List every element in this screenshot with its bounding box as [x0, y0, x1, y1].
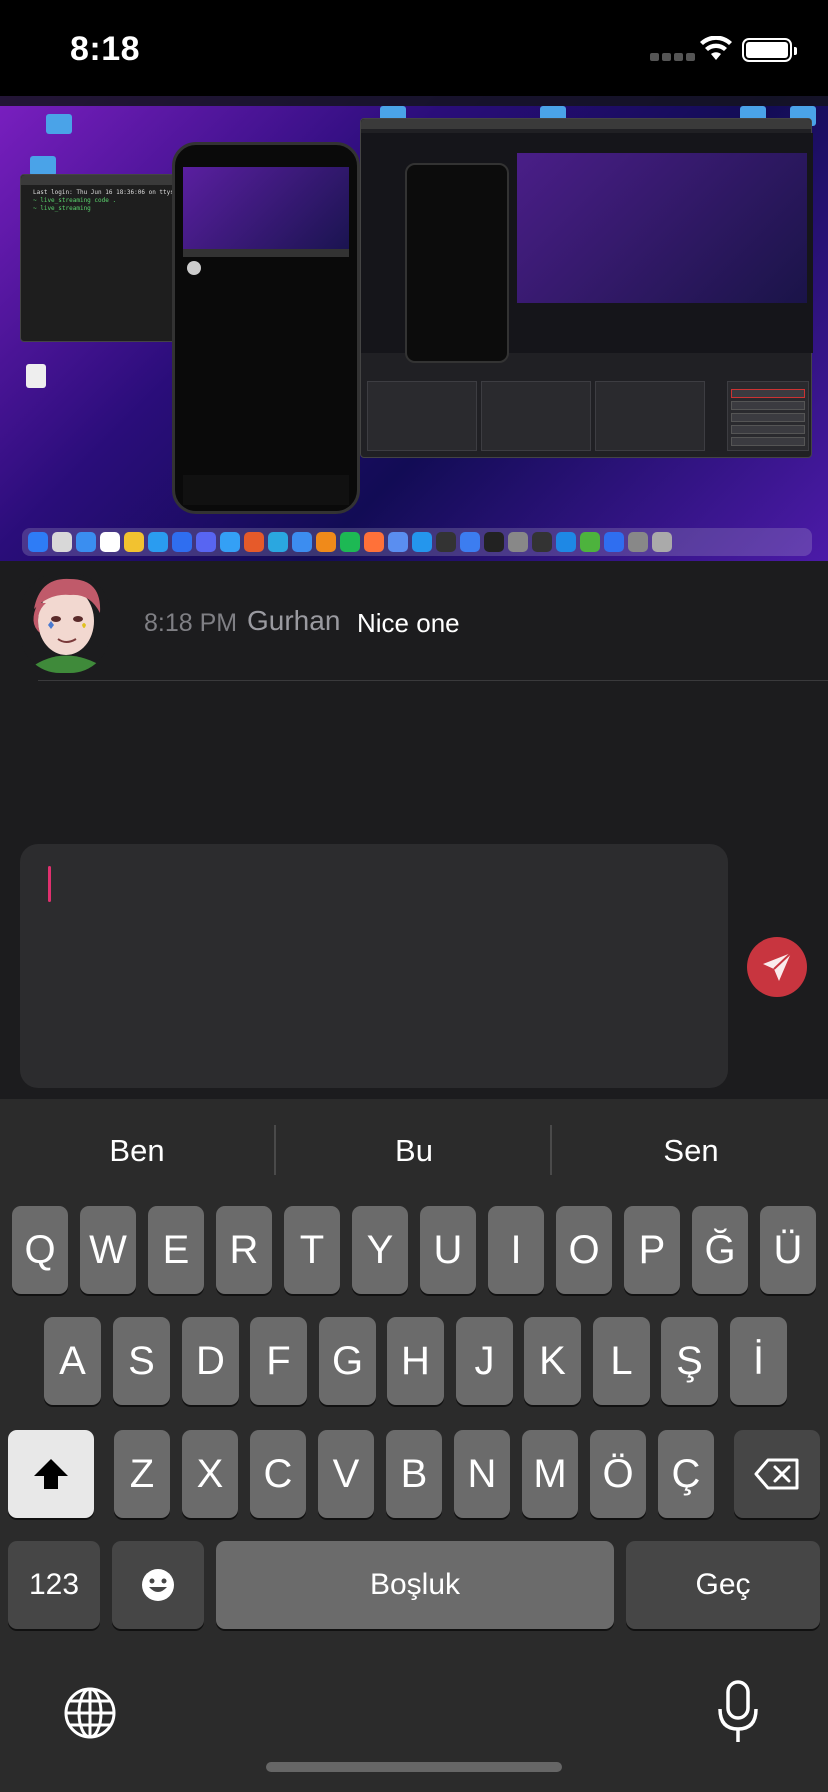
key-o[interactable]: O	[556, 1206, 612, 1294]
backspace-icon	[754, 1458, 799, 1490]
key-j[interactable]: J	[456, 1317, 513, 1405]
suggestion-divider	[274, 1125, 276, 1175]
numbers-key-label: 123	[28, 1568, 80, 1601]
key-b[interactable]: B	[386, 1430, 442, 1518]
key-g-breve[interactable]: Ğ	[692, 1206, 748, 1294]
space-key-label: Boşluk	[369, 1568, 461, 1601]
key-t[interactable]: T	[284, 1206, 340, 1294]
compose-area	[0, 834, 828, 1099]
suggestion-2[interactable]: Bu	[279, 1133, 549, 1169]
message-timestamp: 8:18 PM	[144, 609, 238, 637]
key-d[interactable]: D	[182, 1317, 239, 1405]
key-u[interactable]: U	[420, 1206, 476, 1294]
key-k[interactable]: K	[524, 1317, 581, 1405]
key-f[interactable]: F	[250, 1317, 307, 1405]
suggestion-3[interactable]: Sen	[556, 1133, 826, 1169]
simulator-phone	[172, 142, 360, 514]
key-i-dot[interactable]: İ	[730, 1317, 787, 1405]
key-r[interactable]: R	[216, 1206, 272, 1294]
status-bar: 8:18	[0, 0, 828, 96]
mac-menubar	[0, 96, 828, 106]
key-g[interactable]: G	[319, 1317, 376, 1405]
file-icon	[26, 364, 46, 388]
key-y[interactable]: Y	[352, 1206, 408, 1294]
battery-icon	[742, 38, 797, 62]
folder-icon	[30, 156, 56, 176]
key-n[interactable]: N	[454, 1430, 510, 1518]
key-o-umlaut[interactable]: Ö	[590, 1430, 646, 1518]
numbers-key[interactable]: 123	[8, 1541, 100, 1629]
key-a[interactable]: A	[44, 1317, 101, 1405]
terminal-line: ~ live_streaming	[33, 205, 91, 212]
text-caret	[48, 866, 51, 902]
key-c-cedilla[interactable]: Ç	[658, 1430, 714, 1518]
key-p[interactable]: P	[624, 1206, 680, 1294]
key-x[interactable]: X	[182, 1430, 238, 1518]
message-text: Nice one	[357, 608, 460, 638]
divider	[38, 680, 828, 681]
suggestion-1[interactable]: Ben	[2, 1133, 272, 1169]
stream-preview[interactable]: Last login: Thu Jun 16 18:36:06 on ttys0…	[0, 96, 828, 561]
message-input[interactable]	[20, 844, 728, 1088]
key-c[interactable]: C	[250, 1430, 306, 1518]
chat-message-list: 8:18 PM Gurhan Nice one	[0, 561, 828, 834]
emoji-key[interactable]	[112, 1541, 204, 1629]
shift-arrow-icon	[34, 1459, 68, 1489]
delete-key[interactable]	[734, 1430, 820, 1518]
terminal-line: ~ live_streaming code .	[33, 197, 117, 204]
key-l[interactable]: L	[593, 1317, 650, 1405]
paper-plane-icon	[763, 952, 792, 981]
emoji-face-icon	[142, 1569, 174, 1601]
key-e[interactable]: E	[148, 1206, 204, 1294]
key-u-umlaut[interactable]: Ü	[760, 1206, 816, 1294]
home-indicator[interactable]	[266, 1762, 562, 1772]
key-h[interactable]: H	[387, 1317, 444, 1405]
obs-window	[360, 118, 813, 458]
terminal-window: Last login: Thu Jun 16 18:36:06 on ttys0…	[20, 174, 185, 342]
space-key[interactable]: Boşluk	[216, 1541, 614, 1629]
key-s[interactable]: S	[113, 1317, 170, 1405]
microphone-icon[interactable]	[716, 1679, 760, 1745]
key-q[interactable]: Q	[12, 1206, 68, 1294]
send-button[interactable]	[747, 937, 807, 997]
avatar[interactable]	[20, 573, 110, 673]
key-i[interactable]: I	[488, 1206, 544, 1294]
key-z[interactable]: Z	[114, 1430, 170, 1518]
folder-icon	[46, 114, 72, 134]
return-key[interactable]: Geç	[626, 1541, 820, 1629]
key-m[interactable]: M	[522, 1430, 578, 1518]
shift-key[interactable]	[8, 1430, 94, 1518]
terminal-line: Last login: Thu Jun 16 18:36:06 on ttys0…	[33, 189, 185, 196]
key-v[interactable]: V	[318, 1430, 374, 1518]
status-time: 8:18	[70, 30, 141, 68]
return-key-label: Geç	[695, 1568, 751, 1601]
key-w[interactable]: W	[80, 1206, 136, 1294]
mac-dock	[22, 528, 812, 556]
wifi-icon	[700, 36, 732, 60]
keyboard: Ben Bu Sen Q W E R T Y U I O P Ğ Ü A S D…	[0, 1099, 828, 1792]
globe-icon[interactable]	[62, 1685, 118, 1741]
message-username[interactable]: Gurhan	[247, 605, 340, 637]
key-s-cedilla[interactable]: Ş	[661, 1317, 718, 1405]
cellular-signal-icon	[650, 53, 695, 61]
suggestion-divider	[550, 1125, 552, 1175]
